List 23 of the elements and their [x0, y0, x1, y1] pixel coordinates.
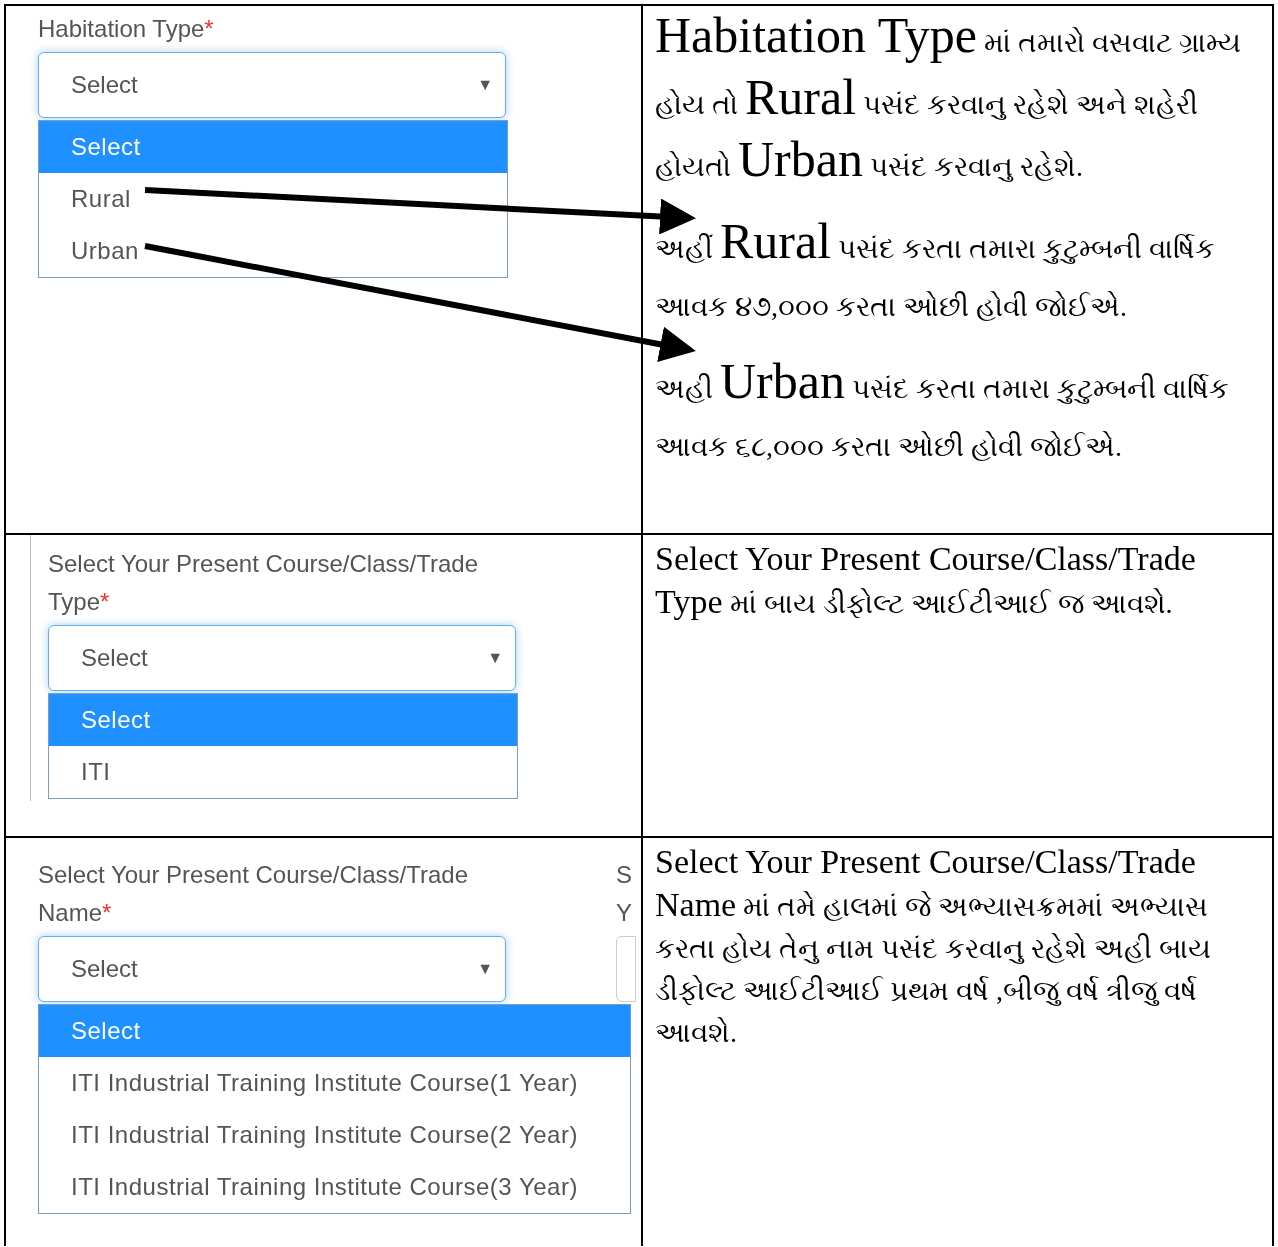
dropdown-option[interactable]: ITI Industrial Training Institute Course(3 Year)	[39, 1161, 630, 1213]
caret-icon: ▼	[477, 957, 493, 981]
field-label: Habitation Type*	[38, 14, 215, 44]
dropdown-option[interactable]: Urban	[39, 225, 507, 277]
instruction-paragraph: Select Your Present Course/Class/Trade Type માં બાય ડીફોલ્ટ આઈટીઆઈ જ આવશે.	[655, 539, 1197, 622]
caret-icon: ▼	[487, 646, 503, 670]
dropdown-option[interactable]: ITI	[49, 746, 517, 798]
dropdown-option[interactable]: ITI Industrial Training Institute Course(1 Year)	[39, 1057, 630, 1109]
instruction-paragraph: અહીUrban પસંદ કરતા તમારા કુટુમ્બની વાર્ષિક આવક ૬૮,૦૦૦ કરતા ઓછી હોવી જોઈએ.	[655, 356, 1230, 464]
caret-icon: ▼	[477, 73, 493, 97]
field-label: Y	[616, 898, 633, 928]
field-label: Select Your Present Course/Class/Trade Name*	[38, 860, 469, 928]
field-label: S	[616, 860, 633, 890]
instruction-paragraph: અહીંRural પસંદ કરતા તમારા કુટુમ્બની વાર્ષિક આવક ૪૭,૦૦૦ કરતા ઓછી હોવી જોઈએ.	[655, 216, 1217, 324]
select-dropdown[interactable]: Select ▼	[38, 52, 506, 118]
select-dropdown[interactable]: Select ▼	[38, 936, 506, 1002]
instruction-paragraph: Select Your Present Course/Class/Trade Name માં તમે હાલમાં જે અભ્યાસક્રમમાં અભ્યાસ કરતા હોય તેનુ નામ પસંદ કરવાનુ રહેશે અહી બાય ડીફોલ્ટ આઈટીઆઈ પ્રથમ વર્ષ ,બીજુ વર્ષ ત્રીજુ વર્ષ આવશે.	[655, 842, 1212, 1050]
select-dropdown[interactable]: Select ▼	[48, 625, 516, 691]
input-field[interactable]	[616, 936, 636, 1002]
dropdown-option[interactable]: ITI Industrial Training Institute Course(2 Year)	[39, 1109, 630, 1161]
dropdown-option[interactable]: Rural	[39, 173, 507, 225]
instruction-paragraph: Habitation Type માં તમારો વસવાટ ગ્રામ્ય હોય તોRural પસંદ કરવાનુ રહેશે અને શહેરી હોયતોUrban પસંદ કરવાનુ રહેશે.	[655, 10, 1242, 189]
field-label: Select Your Present Course/Class/Trade Type*	[48, 549, 479, 617]
